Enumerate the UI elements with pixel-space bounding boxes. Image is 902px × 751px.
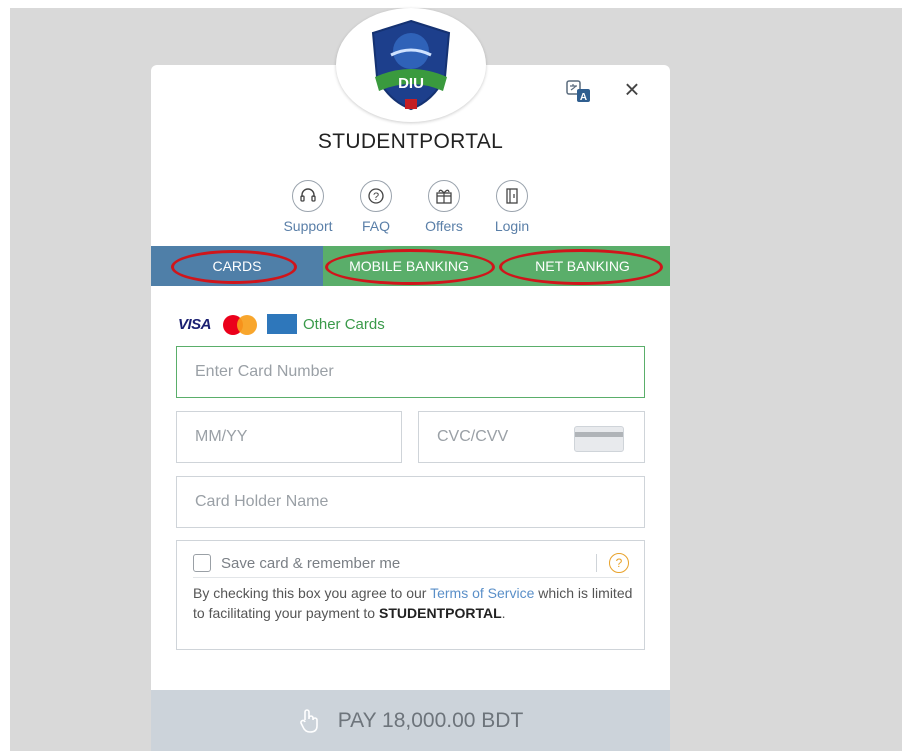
merchant-logo: DIU <box>336 8 486 122</box>
quick-link-label: Login <box>494 218 530 234</box>
card-number-input[interactable] <box>177 347 644 397</box>
svg-text:?: ? <box>373 191 379 203</box>
card-holder-field[interactable] <box>176 476 645 528</box>
gift-icon <box>428 180 460 212</box>
divider <box>596 554 597 572</box>
card-back-icon <box>574 426 624 452</box>
quick-link-label: Support <box>283 218 333 234</box>
tab-label: NET BANKING <box>535 258 630 274</box>
page-backdrop-top <box>0 0 902 8</box>
expiry-input[interactable] <box>177 412 401 462</box>
card-number-field[interactable] <box>176 346 645 398</box>
terms-prefix: By checking this box you agree to our <box>193 585 431 601</box>
other-cards-link[interactable]: Other Cards <box>303 316 385 333</box>
quick-link-login[interactable]: Login <box>478 180 546 236</box>
visa-logo: VISA <box>178 315 212 333</box>
translate-icon[interactable]: A <box>566 80 592 104</box>
svg-text:A: A <box>580 92 587 103</box>
cvc-field[interactable] <box>418 411 645 463</box>
terms-merchant: STUDENTPORTAL <box>379 605 502 621</box>
card-brands: VISA Other Cards <box>178 313 385 335</box>
quick-link-label: FAQ <box>361 218 390 234</box>
quick-link-offers[interactable]: Offers <box>410 180 478 236</box>
amex-logo <box>267 314 298 334</box>
close-icon[interactable]: × <box>620 76 644 102</box>
quick-link-label: Offers <box>425 218 463 234</box>
tab-label: MOBILE BANKING <box>349 258 469 274</box>
mastercard-logo <box>221 313 259 335</box>
login-door-icon <box>496 180 528 212</box>
tap-hand-icon <box>298 708 320 734</box>
terms-of-service-link[interactable]: Terms of Service <box>430 585 534 601</box>
pay-button-label: PAY 18,000.00 BDT <box>337 708 524 732</box>
tab-net-banking[interactable]: NET BANKING <box>495 246 670 286</box>
diu-logo-icon: DIU <box>371 19 451 111</box>
merchant-title: STUDENTPORTAL <box>317 130 504 153</box>
save-card-label[interactable]: Save card & remember me <box>221 555 596 572</box>
tab-label: CARDS <box>212 258 262 274</box>
save-card-row: Save card & remember me ? <box>193 549 629 578</box>
expiry-field[interactable] <box>176 411 402 463</box>
svg-text:DIU: DIU <box>398 75 424 92</box>
quick-link-support[interactable]: Support <box>274 180 342 236</box>
tab-cards[interactable]: CARDS <box>151 246 323 286</box>
pay-button[interactable]: PAY 18,000.00 BDT <box>151 690 670 751</box>
tab-mobile-banking[interactable]: MOBILE BANKING <box>323 246 495 286</box>
headset-icon <box>292 180 324 212</box>
save-card-box: Save card & remember me ? By checking th… <box>176 540 645 650</box>
quick-links: Support ? FAQ Offers Login <box>274 180 546 236</box>
quick-link-faq[interactable]: ? FAQ <box>342 180 410 236</box>
help-icon[interactable]: ? <box>609 553 629 573</box>
payment-method-tabs: CARDS MOBILE BANKING NET BANKING <box>151 246 670 286</box>
terms-suffix: . <box>501 605 506 621</box>
question-icon: ? <box>360 180 392 212</box>
save-card-checkbox[interactable] <box>193 554 211 572</box>
card-holder-input[interactable] <box>177 477 644 527</box>
terms-text: By checking this box you agree to our Te… <box>193 583 633 623</box>
page-backdrop-left <box>0 0 10 751</box>
